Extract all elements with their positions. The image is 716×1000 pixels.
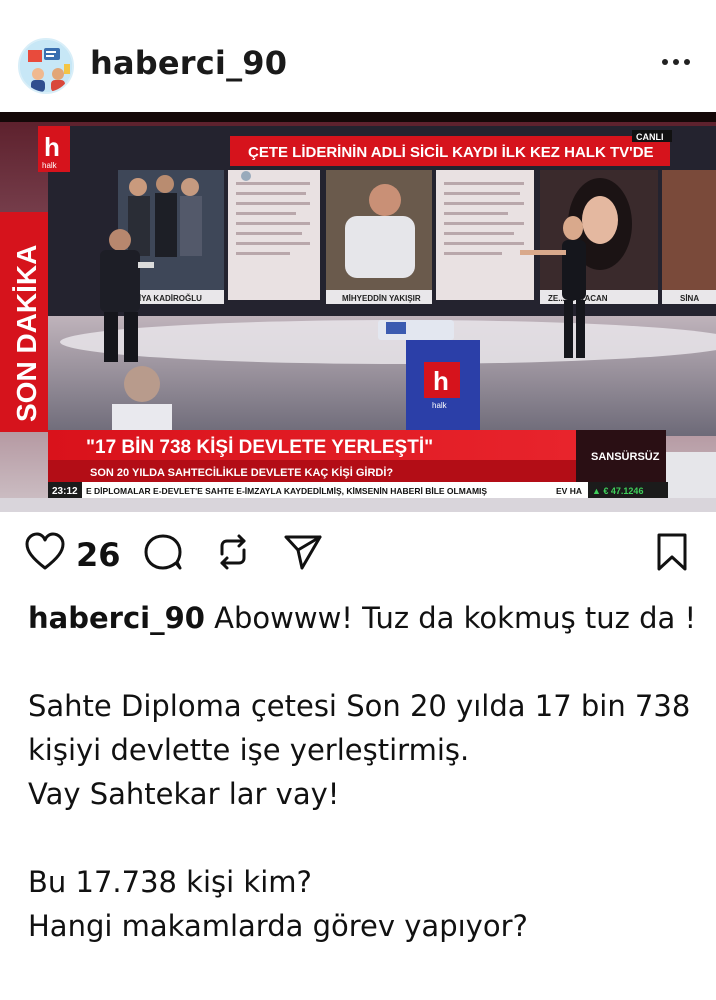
send-icon[interactable] [282, 532, 324, 577]
avatar[interactable] [18, 38, 74, 94]
post-actions: 26 [0, 520, 716, 584]
post-caption: haberci_90 Abowww! Tuz da kokmuş tuz da … [28, 596, 700, 948]
caption-username[interactable]: haberci_90 [28, 601, 205, 635]
post-image[interactable]: ÇETE LİDERİNİN ADLİ SİCİL KAYDI İLK KEZ … [0, 112, 716, 512]
currency-ticker: ▲ € 47.1246 [592, 486, 643, 496]
caption-line: Vay Sahtekar lar vay! [28, 777, 340, 811]
ticker-text-2: EV HA [556, 486, 582, 496]
repost-icon[interactable] [212, 532, 254, 577]
breaking-label: SON DAKİKA [11, 245, 42, 422]
panel-name-4: SİNA [680, 294, 699, 303]
channel-logo-top: h [44, 132, 60, 162]
post-username[interactable]: haberci_90 [90, 44, 287, 82]
post-header: haberci_90 [0, 0, 716, 110]
live-label: CANLI [636, 132, 664, 142]
channel-logo-top-sub: halk [42, 161, 58, 170]
program-name: SANSÜRSÜZ [591, 450, 660, 463]
like-count[interactable]: 26 [76, 536, 121, 574]
headline: "17 BİN 738 KİŞİ DEVLETE YERLEŞTİ" [86, 437, 433, 458]
clock: 23:12 [52, 486, 78, 497]
caption-first-paragraph: haberci_90 Abowww! Tuz da kokmuş tuz da … [28, 596, 700, 640]
ticker-text: E DİPLOMALAR E-DEVLET'E SAHTE E-İMZAYLA … [86, 486, 487, 496]
desk-logo: h [433, 366, 449, 396]
subheadline: SON 20 YILDA SAHTECİLİKLE DEVLETE KAÇ Kİ… [90, 466, 393, 479]
bookmark-icon[interactable] [652, 532, 692, 577]
caption-text-first: Abowww! Tuz da kokmuş tuz da ! [214, 601, 697, 635]
caption-line: Hangi makamlarda görev yapıyor? [28, 909, 528, 943]
panel-name-2: MİHYEDDİN YAKIŞIR [342, 294, 421, 303]
comment-icon[interactable] [142, 532, 184, 577]
caption-line: Bu 17.738 kişi kim? [28, 865, 312, 899]
caption-line: Sahte Diploma çetesi Son 20 yılda 17 bin… [28, 689, 691, 767]
panel-name-1: ZİYA KADİROĞLU [134, 294, 202, 303]
banner-text: ÇETE LİDERİNİN ADLİ SİCİL KAYDI İLK KEZ … [248, 144, 654, 161]
more-icon[interactable] [658, 50, 694, 74]
desk-logo-sub: halk [432, 401, 448, 410]
heart-icon[interactable] [24, 532, 66, 577]
